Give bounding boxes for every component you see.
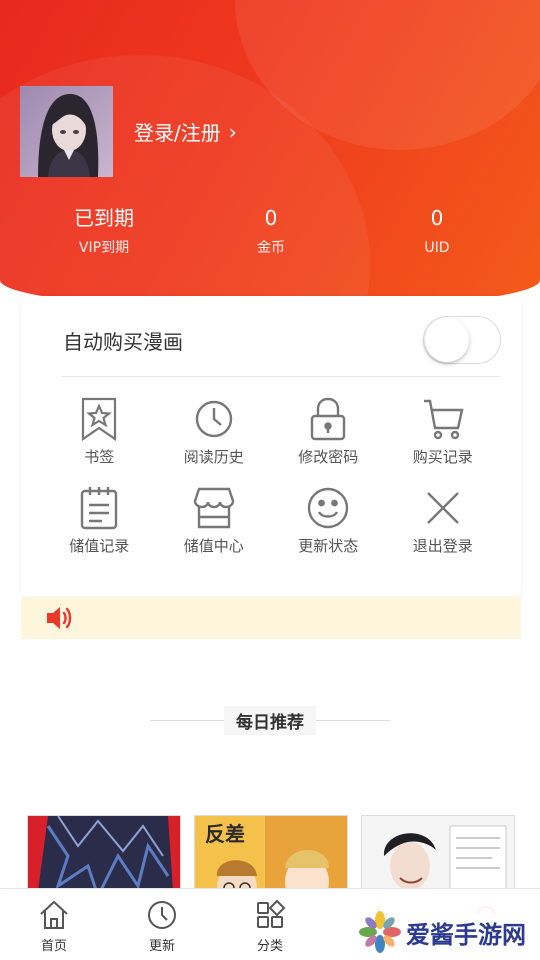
menu-label: 储值中心 (183, 537, 244, 555)
stat-label: VIP到期 (78, 240, 130, 256)
menu-item-reading-history[interactable]: 阅读历史 (157, 396, 272, 467)
tab-home[interactable]: 首页 (0, 889, 108, 960)
tab-label: 更新 (148, 939, 175, 954)
watermark-text: 爱酱手游网 (406, 920, 526, 949)
auto-buy-toggle[interactable] (423, 316, 501, 364)
auto-buy-label: 自动购买漫画 (63, 329, 183, 354)
tab-categories[interactable]: 分类 (216, 889, 324, 960)
divider (62, 376, 501, 377)
category-icon (257, 899, 286, 928)
account-card: 自动购买漫画 书签 阅读历史 修改密码 购买记录 储值记录 储值中心 更新状态 … (21, 296, 521, 596)
menu-grid: 书签 阅读历史 修改密码 购买记录 储值记录 储值中心 更新状态 退出登录 (42, 396, 500, 556)
menu-item-topup-center[interactable]: 储值中心 (157, 485, 272, 556)
auto-buy-row: 自动购买漫画 (63, 316, 501, 364)
notice-bar[interactable] (21, 597, 521, 639)
profile-header: 登录/注册 › 已到期 VIP到期 0 金币 0 UID (0, 0, 540, 310)
stat-value: 已到期 (74, 206, 134, 230)
pinwheel-logo-icon (359, 911, 401, 953)
tab-label: 分类 (256, 939, 283, 954)
menu-item-topup-records[interactable]: 储值记录 (42, 485, 157, 556)
cart-icon (423, 399, 464, 440)
stat-label: UID (424, 240, 450, 256)
login-register-link[interactable]: 登录/注册 › (134, 117, 237, 146)
section-title: 每日推荐 (224, 706, 316, 735)
stat-label: 金币 (257, 240, 285, 256)
menu-label: 书签 (84, 448, 115, 466)
login-label: 登录/注册 (134, 121, 221, 145)
menu-item-change-password[interactable]: 修改密码 (271, 396, 386, 467)
menu-label: 更新状态 (298, 537, 359, 555)
menu-label: 储值记录 (69, 537, 130, 555)
stat-vip[interactable]: 已到期 VIP到期 (34, 204, 174, 258)
menu-item-logout[interactable]: 退出登录 (386, 485, 501, 556)
stat-value: 0 (430, 206, 444, 230)
menu-label: 阅读历史 (183, 448, 244, 466)
home-icon (40, 900, 68, 929)
tab-updates[interactable]: 更新 (108, 889, 216, 960)
clock-icon (148, 901, 176, 929)
clipboard-icon (81, 487, 118, 530)
watermark: 爱酱手游网 (352, 906, 532, 958)
stat-uid[interactable]: 0 UID (367, 204, 507, 258)
daily-recommend-header: 每日推荐 (0, 706, 540, 735)
bottom-tab-bar: 首页 更新 分类 爱酱手游网 (0, 888, 540, 960)
stat-coins[interactable]: 0 金币 (201, 204, 341, 258)
menu-label: 购买记录 (412, 448, 473, 466)
menu-item-purchase-records[interactable]: 购买记录 (386, 396, 501, 467)
menu-item-bookmarks[interactable]: 书签 (42, 396, 157, 467)
chevron-right-icon: › (228, 119, 237, 144)
toggle-knob (425, 318, 469, 362)
divider (150, 720, 224, 721)
clock-icon (195, 400, 232, 438)
menu-label: 修改密码 (298, 448, 359, 466)
divider (316, 720, 390, 721)
menu-item-update-status[interactable]: 更新状态 (271, 485, 386, 556)
svg-text:反差: 反差 (205, 822, 245, 846)
store-icon (193, 487, 234, 529)
menu-label: 退出登录 (412, 537, 473, 555)
speaker-icon (47, 607, 72, 629)
close-icon (426, 492, 459, 524)
tab-label: 首页 (40, 939, 67, 954)
smiley-icon (308, 487, 349, 529)
avatar[interactable] (20, 86, 113, 177)
bookmark-icon (82, 397, 117, 442)
stat-value: 0 (264, 206, 278, 230)
lock-icon (311, 397, 346, 441)
